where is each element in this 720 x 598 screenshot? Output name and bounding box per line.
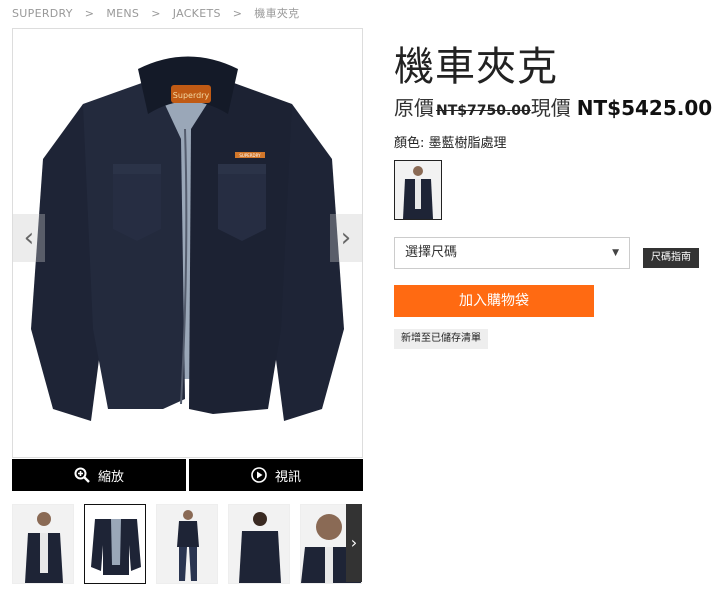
breadcrumb-item-superdry[interactable]: SUPERDRY bbox=[12, 7, 73, 20]
prev-image-arrow[interactable]: ‹ bbox=[13, 214, 45, 262]
breadcrumb-separator: > bbox=[151, 7, 161, 20]
zoom-in-icon bbox=[74, 467, 90, 483]
product-title: 機車夾克 bbox=[394, 44, 558, 90]
thumbnail-model-full-image bbox=[157, 505, 217, 583]
play-icon bbox=[251, 467, 267, 483]
breadcrumb-item-current: 機車夾克 bbox=[254, 7, 300, 20]
original-price: NT$7750.00 bbox=[436, 103, 531, 119]
brand-patch-text: Superdry bbox=[173, 91, 210, 100]
thumbnail-next-arrow[interactable]: › bbox=[346, 504, 362, 582]
chest-tag-text: SUPERDRY bbox=[239, 153, 261, 158]
size-guide-button[interactable]: 尺碼指南 bbox=[643, 248, 699, 268]
original-price-label: 原價 bbox=[394, 96, 434, 120]
main-product-image[interactable]: Superdry SUPERDRY ‹ › bbox=[12, 28, 363, 458]
thumbnail-1[interactable] bbox=[12, 504, 74, 584]
next-image-arrow[interactable]: › bbox=[330, 214, 362, 262]
breadcrumb-separator: > bbox=[232, 7, 243, 20]
thumbnail-4[interactable] bbox=[228, 504, 290, 584]
video-label: 視訊 bbox=[274, 469, 301, 485]
size-select[interactable]: 選擇尺碼 ▼ bbox=[394, 237, 630, 269]
thumbnail-3[interactable] bbox=[156, 504, 218, 584]
zoom-button[interactable]: 縮放 bbox=[12, 459, 186, 491]
swatch-model-image bbox=[395, 161, 441, 219]
breadcrumb-item-mens[interactable]: MENS bbox=[106, 7, 139, 20]
add-to-wishlist-button[interactable]: 新增至已儲存清單 bbox=[394, 329, 488, 349]
thumbnail-strip bbox=[12, 504, 362, 584]
thumbnail-jacket-flat-image bbox=[85, 505, 145, 583]
price-block: 原價 NT$7750.00現價 NT$5425.00 bbox=[394, 92, 712, 121]
size-select-text: 選擇尺碼 bbox=[405, 245, 458, 260]
caret-down-icon: ▼ bbox=[612, 248, 619, 258]
add-to-bag-button[interactable]: 加入購物袋 bbox=[394, 285, 594, 317]
color-label: 顏色: 墨藍樹脂處理 bbox=[394, 136, 507, 151]
jacket-illustration: Superdry SUPERDRY bbox=[31, 56, 344, 421]
color-swatch[interactable] bbox=[394, 160, 442, 220]
current-price: NT$5425.00 bbox=[576, 96, 713, 120]
thumbnail-model-front-image bbox=[13, 505, 73, 583]
video-button[interactable]: 視訊 bbox=[189, 459, 363, 491]
breadcrumb-item-jackets[interactable]: JACKETS bbox=[173, 7, 221, 20]
current-price-label: 現價 bbox=[530, 96, 571, 120]
thumbnail-model-back-image bbox=[229, 505, 289, 583]
breadcrumb-separator: > bbox=[84, 7, 95, 20]
zoom-label: 縮放 bbox=[97, 469, 124, 485]
thumbnail-2[interactable] bbox=[84, 504, 146, 584]
breadcrumb: SUPERDRY > MENS > JACKETS > 機車夾克 bbox=[12, 5, 299, 21]
